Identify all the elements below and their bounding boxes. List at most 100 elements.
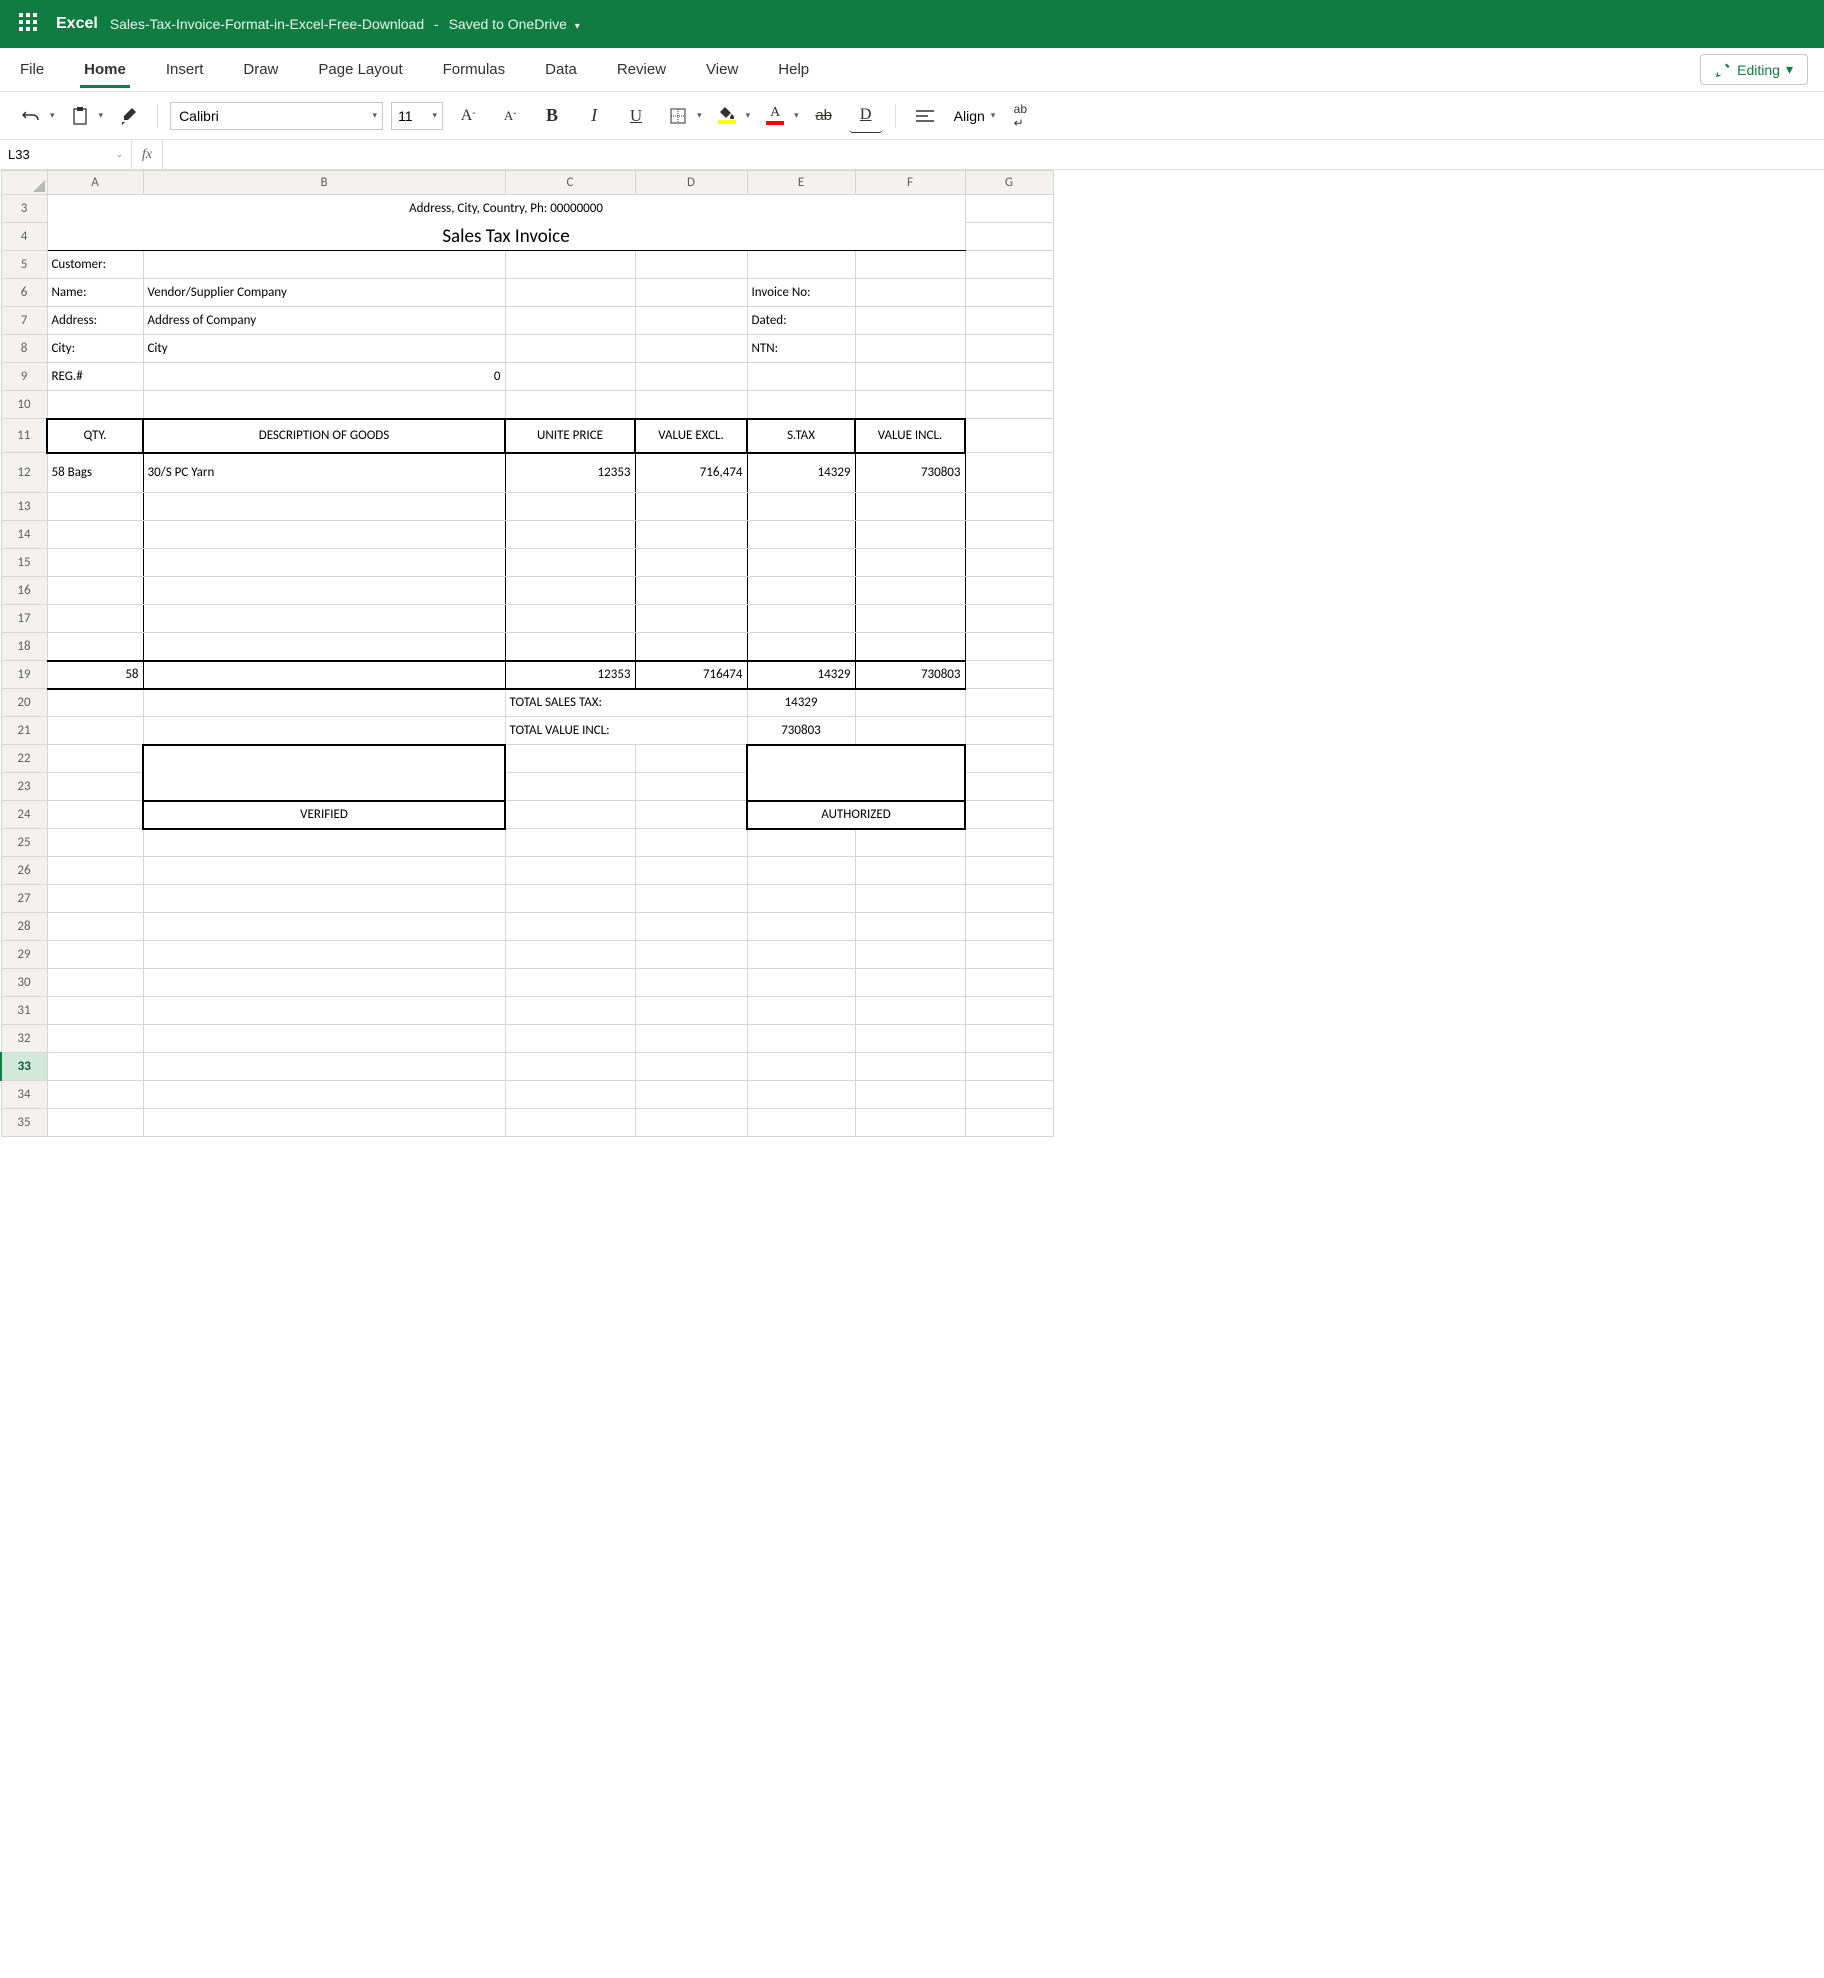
cell[interactable]: 12353 (505, 661, 635, 689)
cell[interactable] (965, 605, 1053, 633)
cell[interactable] (505, 493, 635, 521)
cell[interactable] (965, 801, 1053, 829)
cell[interactable]: 14329 (747, 453, 855, 493)
cell[interactable] (635, 941, 747, 969)
cell[interactable] (965, 453, 1053, 493)
row-header[interactable]: 26 (1, 857, 47, 885)
cell[interactable] (747, 969, 855, 997)
cell[interactable] (143, 661, 505, 689)
cell[interactable] (855, 307, 965, 335)
cell[interactable] (965, 717, 1053, 745)
cell[interactable] (47, 577, 143, 605)
cell[interactable] (965, 251, 1053, 279)
cell[interactable] (505, 633, 635, 661)
cell[interactable] (143, 941, 505, 969)
cell[interactable] (855, 857, 965, 885)
row-header[interactable]: 9 (1, 363, 47, 391)
cell[interactable] (505, 549, 635, 577)
cell[interactable] (47, 689, 143, 717)
cell[interactable]: TOTAL VALUE INCL: (505, 717, 747, 745)
row-header[interactable]: 6 (1, 279, 47, 307)
tab-help[interactable]: Help (774, 51, 813, 88)
cell[interactable]: 0 (143, 363, 505, 391)
cell[interactable] (747, 251, 855, 279)
cell[interactable] (635, 493, 747, 521)
cell[interactable] (635, 745, 747, 773)
row-header[interactable]: 22 (1, 745, 47, 773)
cell[interactable]: Name: (47, 279, 143, 307)
cell[interactable] (965, 969, 1053, 997)
bold-button[interactable]: B (535, 99, 569, 133)
row-header[interactable]: 24 (1, 801, 47, 829)
cell[interactable] (747, 605, 855, 633)
cell[interactable] (505, 969, 635, 997)
font-family-select[interactable]: ▾ (170, 102, 383, 130)
cell[interactable] (505, 745, 635, 773)
col-header-E[interactable]: E (747, 171, 855, 195)
cell[interactable] (965, 633, 1053, 661)
cell[interactable] (505, 801, 635, 829)
cell[interactable] (855, 689, 965, 717)
row-header[interactable]: 23 (1, 773, 47, 801)
cell[interactable] (47, 745, 143, 773)
cell[interactable] (855, 941, 965, 969)
align-icon-button[interactable] (908, 99, 942, 133)
cell[interactable]: VALUE EXCL. (635, 419, 747, 453)
cell[interactable] (635, 1053, 747, 1081)
cell[interactable] (143, 717, 505, 745)
cell[interactable] (47, 1109, 143, 1137)
row-header[interactable]: 33 (1, 1053, 47, 1081)
borders-button[interactable]: ▾ (661, 99, 702, 133)
cell[interactable] (965, 363, 1053, 391)
cell[interactable] (965, 773, 1053, 801)
cell[interactable] (965, 857, 1053, 885)
row-header[interactable]: 10 (1, 391, 47, 419)
cell[interactable]: VERIFIED (143, 801, 505, 829)
row-header[interactable]: 29 (1, 941, 47, 969)
cell[interactable]: 730803 (855, 661, 965, 689)
col-header-D[interactable]: D (635, 171, 747, 195)
cell[interactable] (855, 1025, 965, 1053)
cell[interactable] (855, 1109, 965, 1137)
cell[interactable] (747, 1025, 855, 1053)
cell[interactable]: 58 (47, 661, 143, 689)
cell[interactable] (965, 307, 1053, 335)
cell[interactable] (47, 521, 143, 549)
tab-review[interactable]: Review (613, 51, 670, 88)
cell[interactable] (143, 251, 505, 279)
cell[interactable] (47, 391, 143, 419)
formula-input[interactable] (163, 140, 1824, 169)
cell[interactable] (855, 363, 965, 391)
wrap-text-button[interactable]: ab↵ (1003, 99, 1037, 133)
row-header[interactable]: 18 (1, 633, 47, 661)
undo-button[interactable]: ▾ (14, 99, 55, 133)
double-underline-button[interactable]: D (849, 99, 883, 133)
tab-data[interactable]: Data (541, 51, 581, 88)
cell[interactable] (505, 773, 635, 801)
paste-button[interactable]: ▾ (63, 99, 104, 133)
row-header[interactable]: 35 (1, 1109, 47, 1137)
cell[interactable] (505, 279, 635, 307)
font-color-button[interactable]: A ▾ (758, 99, 799, 133)
cell[interactable]: DESCRIPTION OF GOODS (143, 419, 505, 453)
cell[interactable] (635, 251, 747, 279)
app-launcher-icon[interactable] (8, 13, 48, 36)
cell[interactable] (505, 251, 635, 279)
cell[interactable] (965, 997, 1053, 1025)
cell[interactable] (143, 633, 505, 661)
col-header-C[interactable]: C (505, 171, 635, 195)
cell[interactable] (143, 521, 505, 549)
cell[interactable]: Invoice No: (747, 279, 855, 307)
grow-font-button[interactable]: Aˆ (451, 99, 485, 133)
row-header[interactable]: 21 (1, 717, 47, 745)
cell[interactable]: 30/S PC Yarn (143, 453, 505, 493)
cell[interactable] (143, 745, 505, 801)
cell[interactable] (635, 279, 747, 307)
cell[interactable] (855, 577, 965, 605)
underline-button[interactable]: U (619, 99, 653, 133)
cell[interactable] (855, 251, 965, 279)
cell[interactable] (505, 605, 635, 633)
cell[interactable] (143, 549, 505, 577)
tab-insert[interactable]: Insert (162, 51, 208, 88)
cell[interactable]: 730803 (747, 717, 855, 745)
